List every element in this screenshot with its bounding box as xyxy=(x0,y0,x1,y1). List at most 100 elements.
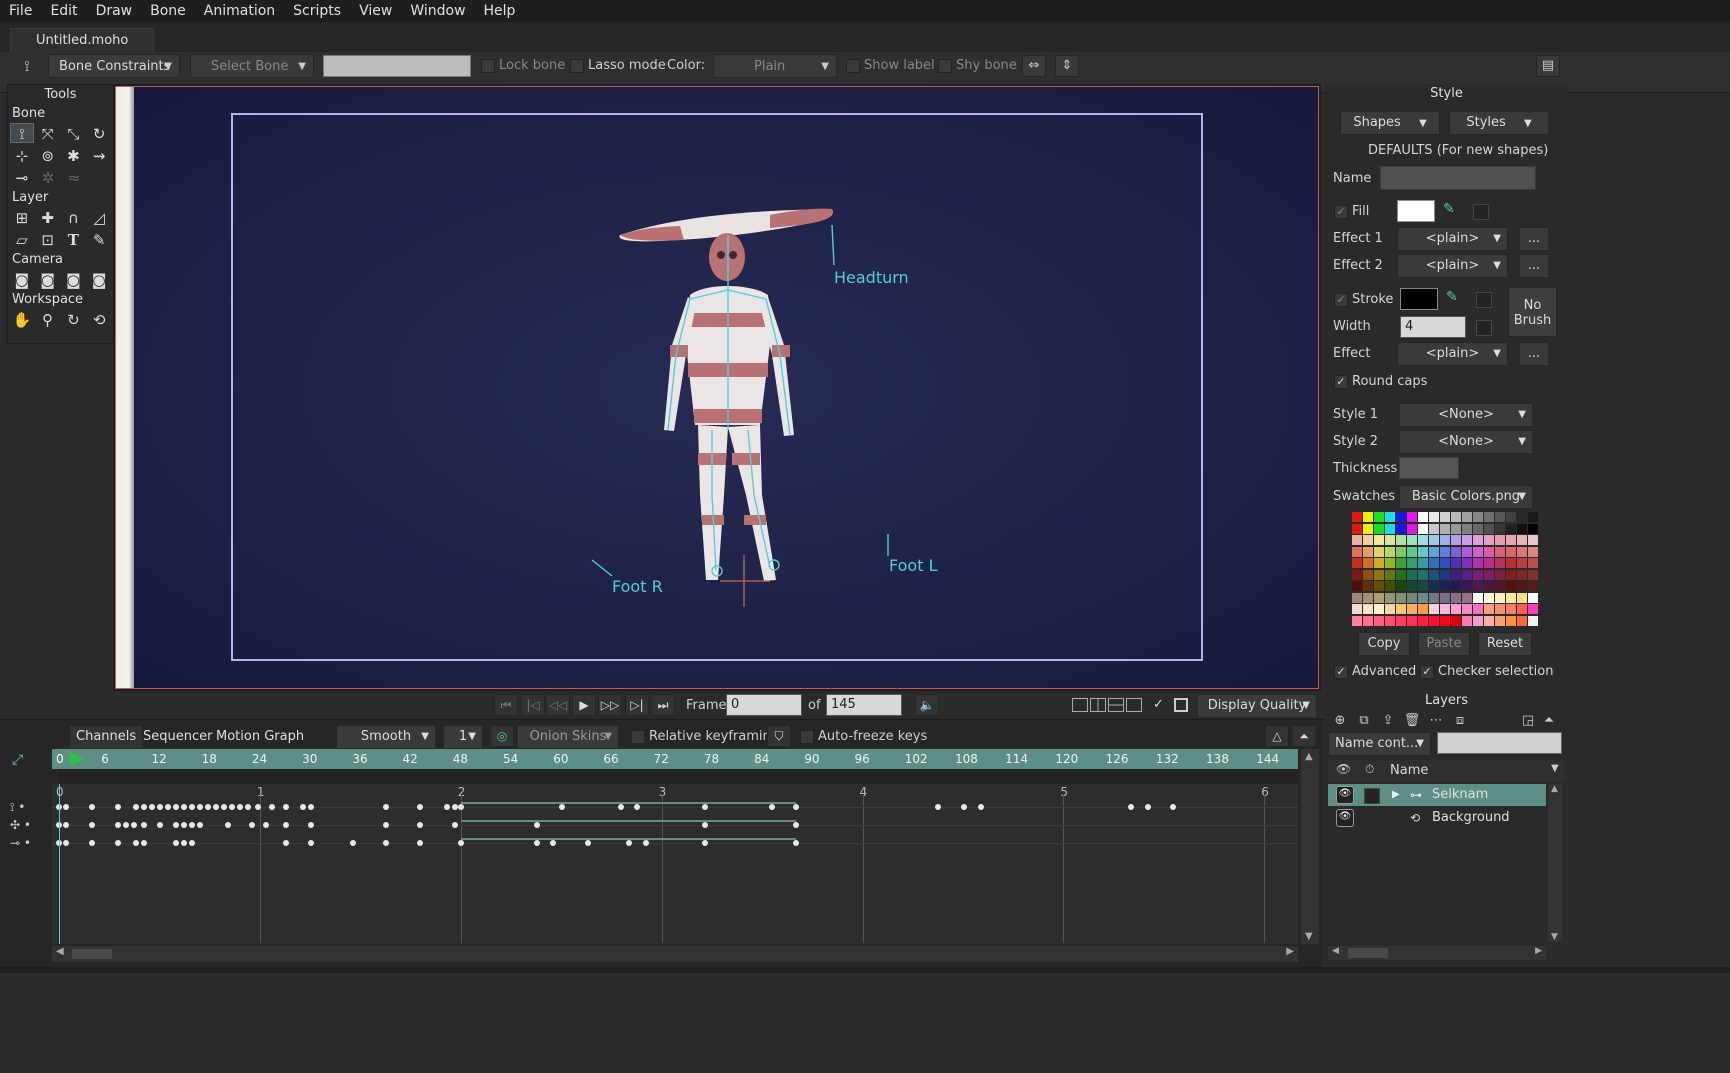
color-swatch[interactable] xyxy=(1385,581,1395,591)
offset-bone-tool-icon[interactable]: ≈ xyxy=(62,167,86,187)
color-swatch[interactable] xyxy=(1363,604,1373,614)
color-swatch[interactable] xyxy=(1374,512,1384,522)
color-swatch[interactable] xyxy=(1517,546,1527,557)
scroll-down-icon[interactable]: ▼ xyxy=(1551,932,1558,942)
color-swatch[interactable] xyxy=(1374,546,1384,557)
color-swatch[interactable] xyxy=(1528,569,1538,580)
color-swatch[interactable] xyxy=(1396,615,1406,626)
color-swatch[interactable] xyxy=(1495,615,1505,626)
rotate-workspace-icon[interactable]: ↻ xyxy=(62,309,86,329)
perspective-tool-icon[interactable]: ▱ xyxy=(10,229,34,249)
layer-comp-icon[interactable]: ◲ xyxy=(1516,713,1540,728)
auto-freeze-checkbox[interactable] xyxy=(800,730,814,744)
shapes-dropdown[interactable]: Shapes ▼ xyxy=(1340,111,1440,135)
color-swatch[interactable] xyxy=(1418,615,1428,626)
color-swatch[interactable] xyxy=(1495,546,1505,557)
color-swatch[interactable] xyxy=(1473,615,1483,626)
style1-dropdown[interactable]: <None> ▼ xyxy=(1399,403,1533,427)
advanced-checkbox[interactable]: ✓ xyxy=(1334,665,1348,679)
trash-icon[interactable]: 🗑 xyxy=(1400,713,1424,728)
keyframe[interactable] xyxy=(618,804,624,810)
interpolation-dropdown[interactable]: Smooth ▼ xyxy=(336,725,436,749)
keyframe[interactable] xyxy=(269,804,275,810)
keyframe[interactable] xyxy=(417,804,423,810)
color-swatch[interactable] xyxy=(1352,592,1362,603)
color-swatch[interactable] xyxy=(1517,558,1527,568)
color-swatch[interactable] xyxy=(1484,512,1494,522)
expand-icon[interactable]: ⤢ xyxy=(12,752,23,768)
color-swatch[interactable] xyxy=(1473,512,1483,522)
color-swatch[interactable] xyxy=(1407,592,1417,603)
color-swatch[interactable] xyxy=(1506,581,1516,591)
camera-pan-tilt-icon[interactable]: ◙ xyxy=(87,269,111,289)
color-swatch[interactable] xyxy=(1506,615,1516,626)
styles-dropdown[interactable]: Styles ▼ xyxy=(1449,111,1549,135)
color-swatch[interactable] xyxy=(1429,581,1439,591)
translate-bone-tool-icon[interactable]: ⤧ xyxy=(36,123,60,143)
scroll-up-icon[interactable]: ▲ xyxy=(1305,751,1313,762)
color-swatch[interactable] xyxy=(1506,512,1516,522)
swatches-dropdown[interactable]: Basic Colors.png ▼ xyxy=(1399,485,1533,509)
color-swatch[interactable] xyxy=(1528,546,1538,557)
color-swatch[interactable] xyxy=(1407,546,1417,557)
color-swatch[interactable] xyxy=(1429,523,1439,534)
color-swatch[interactable] xyxy=(1473,546,1483,557)
menu-bone[interactable]: Bone xyxy=(141,0,195,22)
color-swatch[interactable] xyxy=(1495,569,1505,580)
keyframe[interactable] xyxy=(213,804,219,810)
reset-button[interactable]: Reset xyxy=(1478,632,1532,656)
keyframe[interactable] xyxy=(89,840,95,846)
thickness-field[interactable] xyxy=(1399,457,1459,479)
keyframe[interactable] xyxy=(452,822,458,828)
color-swatch[interactable] xyxy=(1374,581,1384,591)
lock-bone-checkbox[interactable] xyxy=(481,59,495,73)
color-swatch[interactable] xyxy=(1407,615,1417,626)
color-swatches-grid[interactable] xyxy=(1352,512,1539,628)
color-swatch[interactable] xyxy=(1396,569,1406,580)
color-swatch[interactable] xyxy=(1484,592,1494,603)
onion-skins-dropdown[interactable]: Onion Skins ▼ xyxy=(517,725,619,749)
stroke-color-swatch[interactable] xyxy=(1400,288,1438,310)
color-swatch[interactable] xyxy=(1495,558,1505,568)
scroll-left-icon[interactable]: ◀ xyxy=(56,946,64,957)
keyframe[interactable] xyxy=(1128,804,1134,810)
insert-text-tool-icon[interactable]: ⊡ xyxy=(36,229,60,249)
stroke-alpha-box[interactable] xyxy=(1476,292,1492,308)
keyframe[interactable] xyxy=(769,804,775,810)
collapse-up-icon[interactable]: △ xyxy=(1265,725,1289,747)
color-swatch[interactable] xyxy=(1418,546,1428,557)
color-swatch[interactable] xyxy=(1363,615,1373,626)
keyframe[interactable] xyxy=(308,804,314,810)
add-bone-tool-icon[interactable]: ⊹ xyxy=(10,145,34,165)
show-label-checkbox[interactable] xyxy=(846,59,860,73)
no-brush-button[interactable]: No Brush xyxy=(1508,287,1557,337)
color-swatch[interactable] xyxy=(1484,546,1494,557)
color-swatch[interactable] xyxy=(1517,615,1527,626)
scroll-down-icon[interactable]: ▼ xyxy=(1305,931,1313,942)
bind-points-tool-icon[interactable]: ✲ xyxy=(36,167,60,187)
timeline-horizontal-scrollbar[interactable]: ◀ ▶ xyxy=(52,946,1298,962)
color-swatch[interactable] xyxy=(1462,523,1472,534)
color-swatch[interactable] xyxy=(1352,535,1362,545)
menu-scripts[interactable]: Scripts xyxy=(284,0,350,22)
keyframe[interactable] xyxy=(229,804,235,810)
style2-dropdown[interactable]: <None> ▼ xyxy=(1399,430,1533,454)
keyframe[interactable] xyxy=(115,840,121,846)
keyframe[interactable] xyxy=(383,840,389,846)
keyframe[interactable] xyxy=(157,804,163,810)
checkmark-icon[interactable]: ✓ xyxy=(1153,697,1167,713)
color-swatch[interactable] xyxy=(1374,615,1384,626)
color-swatch[interactable] xyxy=(1528,581,1538,591)
color-swatch[interactable] xyxy=(1451,615,1461,626)
bone-name-field[interactable] xyxy=(323,55,471,77)
keyframe[interactable] xyxy=(1170,804,1176,810)
color-swatch[interactable] xyxy=(1462,535,1472,545)
color-swatch[interactable] xyxy=(1451,558,1461,568)
scroll-up-icon[interactable]: ▲ xyxy=(1551,784,1558,794)
menu-draw[interactable]: Draw xyxy=(87,0,142,22)
color-swatch[interactable] xyxy=(1385,546,1395,557)
color-swatch[interactable] xyxy=(1495,512,1505,522)
color-swatch[interactable] xyxy=(1352,558,1362,568)
color-swatch[interactable] xyxy=(1528,558,1538,568)
keyframe[interactable] xyxy=(123,822,129,828)
